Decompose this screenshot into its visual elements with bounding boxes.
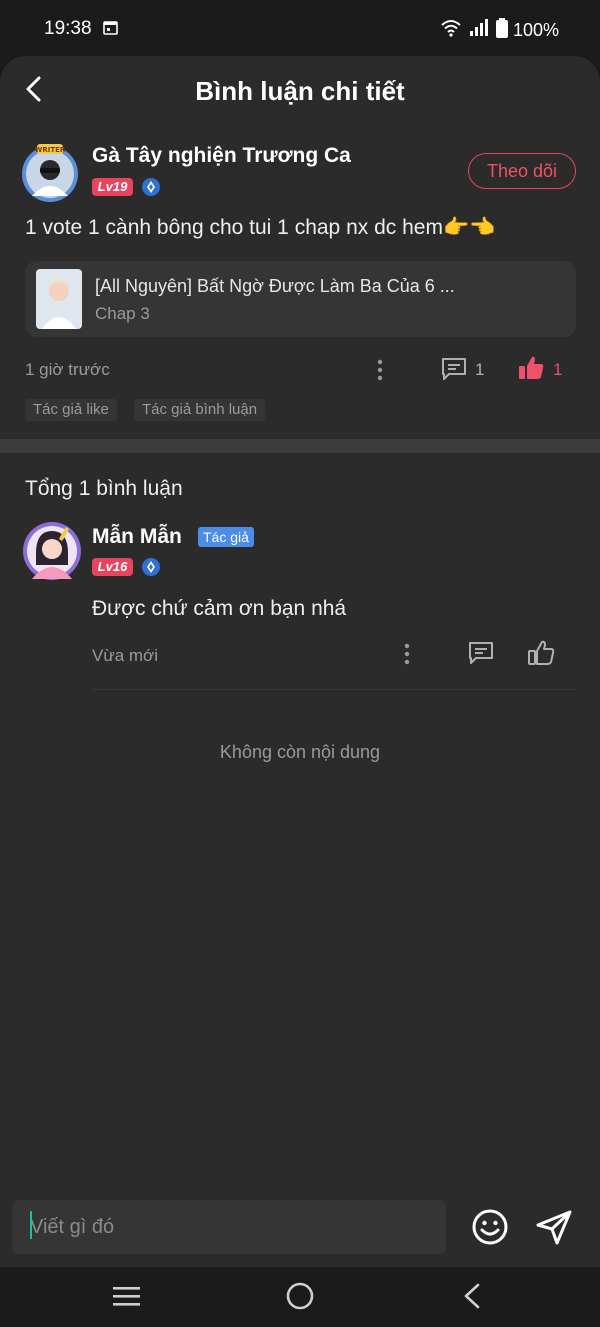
send-icon[interactable]	[535, 1208, 573, 1246]
smiley-icon[interactable]	[471, 1208, 509, 1246]
replies-total: Tổng 1 bình luận	[25, 477, 183, 500]
svg-text:WRITER: WRITER	[35, 146, 66, 154]
battery-icon	[496, 18, 508, 38]
comment-input[interactable]	[12, 1200, 446, 1254]
chapter-title: [All Nguyên] Bất Ngờ Được Làm Ba Của 6 .…	[95, 276, 455, 296]
tag-author-liked: Tác giả like	[25, 399, 117, 421]
back-icon[interactable]	[460, 1282, 484, 1310]
status-bar: 19:38 100%	[0, 0, 600, 56]
comment-timestamp: 1 giờ trước	[25, 360, 110, 379]
text-caret	[30, 1211, 32, 1239]
wifi-icon	[441, 20, 461, 37]
page-title: Bình luận chi tiết	[195, 76, 405, 106]
signal-icon	[470, 19, 488, 36]
tag-author-commented: Tác giả bình luận	[134, 399, 266, 421]
system-nav-bar	[0, 1267, 600, 1327]
diamond-badge-icon	[142, 558, 160, 576]
diamond-badge-icon	[142, 178, 160, 196]
thumbs-up-icon[interactable]	[517, 354, 545, 382]
reply-text: Được chứ cảm ơn bạn nhá	[92, 597, 347, 620]
battery-percent: 100%	[513, 20, 560, 40]
comment-icon[interactable]	[467, 640, 495, 666]
reply-count: 1	[475, 360, 485, 379]
header: Bình luận chi tiết	[0, 56, 600, 124]
section-divider	[0, 439, 600, 453]
calendar-icon	[103, 21, 118, 35]
recent-apps-icon[interactable]	[112, 1284, 142, 1308]
reply-divider	[92, 689, 576, 690]
author-badge: Tác giả	[198, 527, 254, 547]
level-badge: Lv19	[92, 178, 133, 196]
avatar[interactable]: WRITER	[18, 140, 82, 204]
more-vertical-icon[interactable]	[398, 642, 416, 666]
end-of-list-label: Không còn nội dung	[219, 742, 381, 762]
comment-text: 1 vote 1 cành bông cho tui 1 chap nx dc …	[25, 216, 496, 239]
comment-icon[interactable]	[440, 356, 468, 382]
thumbs-up-icon[interactable]	[527, 639, 555, 667]
comment-author-name[interactable]: Gà Tây nghiện Trương Ca	[92, 144, 351, 168]
chapter-number: Chap 3	[95, 304, 150, 323]
more-vertical-icon[interactable]	[371, 358, 389, 382]
status-time: 19:38	[44, 18, 92, 39]
comment-detail-sheet: Bình luận chi tiết WRITER Gà Tây nghiện …	[0, 56, 600, 1267]
reply-timestamp: Vừa mới	[92, 646, 158, 665]
home-icon[interactable]	[285, 1281, 315, 1311]
follow-button[interactable]: Theo dõi	[468, 153, 576, 189]
chapter-card[interactable]: [All Nguyên] Bất Ngờ Được Làm Ba Của 6 .…	[25, 261, 576, 337]
chapter-cover-thumbnail	[36, 269, 82, 329]
avatar[interactable]	[22, 521, 82, 581]
level-badge: Lv16	[92, 558, 133, 576]
like-count: 1	[553, 360, 563, 379]
reply-author-name[interactable]: Mẫn Mẫn	[92, 525, 182, 549]
